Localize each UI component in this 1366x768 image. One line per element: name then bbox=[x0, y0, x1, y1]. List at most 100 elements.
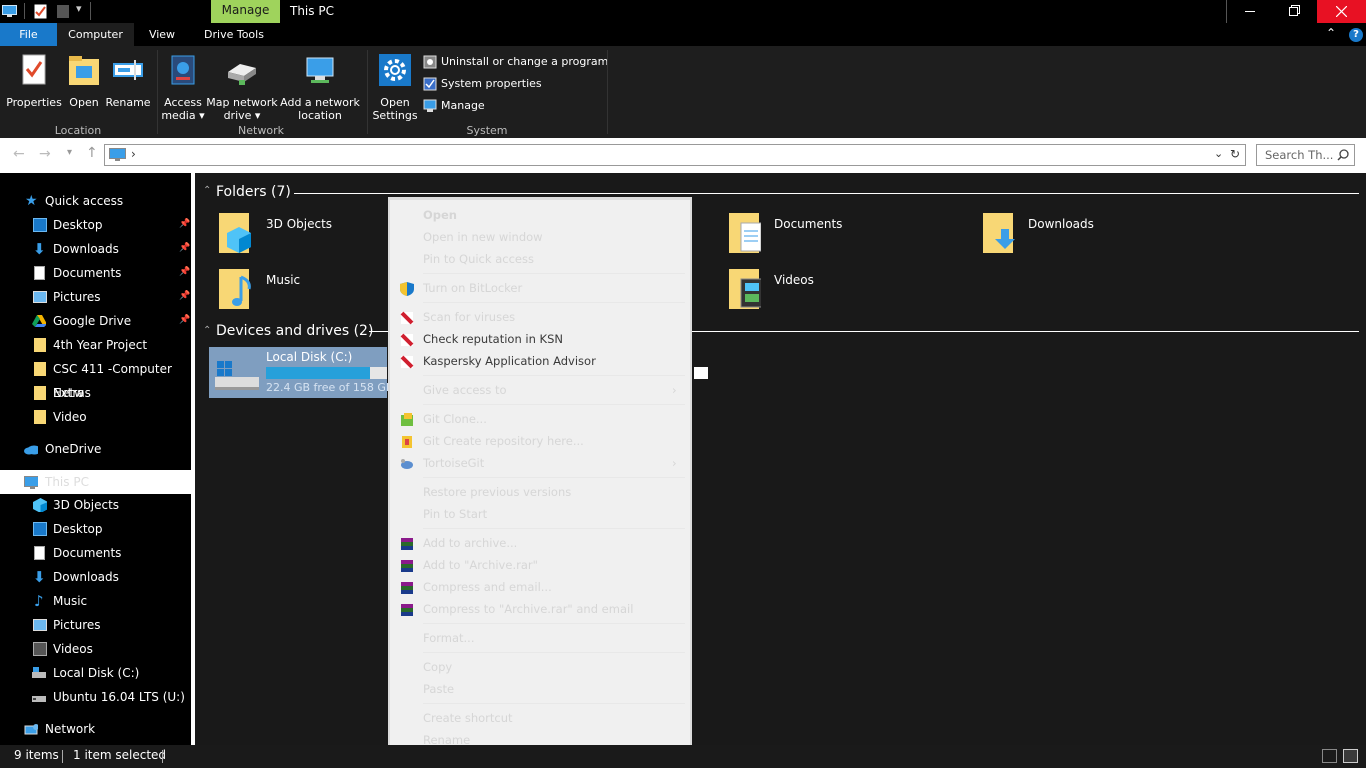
nav-item-pictures[interactable]: Pictures 📌 bbox=[0, 285, 191, 309]
new-folder-quick-icon[interactable] bbox=[57, 5, 69, 18]
context-menu-item-add-to-archive-rar[interactable]: Add to "Archive.rar" bbox=[390, 554, 690, 576]
folder-tile-documents[interactable]: Documents bbox=[727, 211, 927, 261]
computer-icon[interactable] bbox=[2, 5, 17, 18]
forward-arrow-icon[interactable]: → bbox=[39, 146, 51, 162]
back-arrow-icon[interactable]: ← bbox=[13, 146, 25, 162]
context-menu-item-open[interactable]: Open bbox=[390, 204, 690, 226]
context-menu-item-pin-to-start[interactable]: Pin to Start bbox=[390, 503, 690, 525]
nav-network[interactable]: Network bbox=[0, 717, 191, 741]
manage-button[interactable]: Manage bbox=[423, 98, 603, 116]
properties-button[interactable]: Properties bbox=[4, 54, 64, 118]
tab-view[interactable]: View bbox=[134, 23, 190, 46]
context-menu-item-paste[interactable]: Paste bbox=[390, 678, 690, 700]
context-menu-item-turn-on-bitlocker[interactable]: Turn on BitLocker bbox=[390, 277, 690, 299]
system-properties-icon bbox=[423, 77, 437, 91]
folders-group-header[interactable]: Folders (7) bbox=[216, 184, 291, 200]
nav-item-label: Ubuntu 16.04 LTS (U:) bbox=[53, 690, 185, 704]
nav-item-google-drive[interactable]: Google Drive 📌 bbox=[0, 309, 191, 333]
open-button[interactable]: Open bbox=[64, 54, 104, 118]
nav-onedrive[interactable]: OneDrive bbox=[0, 437, 191, 461]
nav-pc-3d-objects[interactable]: 3D Objects bbox=[0, 493, 191, 517]
nav-pc-local-disk[interactable]: Local Disk (C:) bbox=[0, 661, 191, 685]
collapse-group-icon[interactable]: ⌃ bbox=[203, 185, 211, 196]
details-view-icon[interactable] bbox=[1322, 749, 1337, 763]
tab-drive-tools[interactable]: Drive Tools bbox=[190, 23, 278, 46]
context-menu-item-pin-to-quick-access[interactable]: Pin to Quick access bbox=[390, 248, 690, 270]
nav-item-documents[interactable]: Documents 📌 bbox=[0, 261, 191, 285]
nav-item-downloads[interactable]: ⬇ Downloads 📌 bbox=[0, 237, 191, 261]
nav-pc-ubuntu[interactable]: Ubuntu 16.04 LTS (U:) bbox=[0, 685, 191, 709]
access-media-button[interactable]: Access media ▾ bbox=[161, 54, 205, 122]
music-note-icon: ♪ bbox=[34, 592, 44, 610]
context-menu-item-git-create-repository-here[interactable]: Git Create repository here... bbox=[390, 430, 690, 452]
nav-pc-music[interactable]: ♪ Music bbox=[0, 589, 191, 613]
nav-item-desktop[interactable]: Desktop 📌 bbox=[0, 213, 191, 237]
drive-usage-fill bbox=[266, 367, 371, 379]
properties-quick-icon[interactable] bbox=[34, 4, 47, 19]
kaspersky-icon bbox=[400, 332, 414, 347]
help-icon[interactable]: ? bbox=[1349, 28, 1363, 42]
recent-locations-icon[interactable]: ▾ bbox=[67, 147, 72, 158]
up-arrow-icon[interactable]: ↑ bbox=[86, 145, 98, 161]
tab-computer[interactable]: Computer bbox=[57, 23, 134, 46]
folder-tile-music[interactable]: Music bbox=[217, 267, 387, 317]
context-menu-item-create-shortcut[interactable]: Create shortcut bbox=[390, 707, 690, 729]
context-menu-item-restore-previous-versions[interactable]: Restore previous versions bbox=[390, 481, 690, 503]
open-settings-button[interactable]: Open Settings bbox=[372, 54, 418, 122]
nav-pc-pictures[interactable]: Pictures bbox=[0, 613, 191, 637]
nav-this-pc[interactable]: This PC bbox=[0, 470, 191, 494]
refresh-icon[interactable]: ↻ bbox=[1230, 147, 1240, 161]
nav-pc-downloads[interactable]: ⬇ Downloads bbox=[0, 565, 191, 589]
context-menu-item-kaspersky-application-advisor[interactable]: Kaspersky Application Advisor bbox=[390, 350, 690, 372]
context-menu-item-give-access-to[interactable]: Give access to › bbox=[390, 379, 690, 401]
context-menu-item-format[interactable]: Format... bbox=[390, 627, 690, 649]
nav-item-extras[interactable]: Extras bbox=[0, 381, 191, 405]
drive-tile-local-disk[interactable]: Local Disk (C:) 22.4 GB free of 158 GB bbox=[209, 347, 393, 398]
folder-tile-videos[interactable]: Videos bbox=[727, 267, 927, 317]
folder-tile-downloads[interactable]: Downloads bbox=[981, 211, 1181, 261]
restore-button[interactable] bbox=[1272, 0, 1317, 23]
collapse-group-icon[interactable]: ⌃ bbox=[203, 325, 211, 336]
submenu-arrow-icon: › bbox=[672, 383, 677, 397]
address-dropdown-icon[interactable]: ⌄ bbox=[1214, 147, 1223, 160]
context-menu-item-copy[interactable]: Copy bbox=[390, 656, 690, 678]
tab-file[interactable]: File bbox=[0, 23, 57, 46]
large-icons-view-icon[interactable] bbox=[1343, 749, 1358, 763]
system-properties-button[interactable]: System properties bbox=[423, 76, 603, 94]
pin-icon: 📌 bbox=[179, 243, 191, 253]
nav-item-video[interactable]: Video bbox=[0, 405, 191, 429]
uninstall-program-button[interactable]: Uninstall or change a program bbox=[423, 54, 608, 72]
context-menu-item-compress-to-archive-rar-and-email[interactable]: Compress to "Archive.rar" and email bbox=[390, 598, 690, 620]
open-settings-label-1: Open bbox=[380, 96, 410, 109]
nav-item-4th-year-project[interactable]: 4th Year Project bbox=[0, 333, 191, 357]
add-network-location-button[interactable]: Add a network location bbox=[279, 54, 361, 122]
nav-pc-documents[interactable]: Documents bbox=[0, 541, 191, 565]
nav-pc-desktop[interactable]: Desktop bbox=[0, 517, 191, 541]
manage-context-tab[interactable]: Manage bbox=[211, 0, 280, 23]
context-menu-item-open-in-new-window[interactable]: Open in new window bbox=[390, 226, 690, 248]
nav-quick-access[interactable]: ★ Quick access bbox=[0, 189, 191, 213]
context-menu-item-label: Create shortcut bbox=[423, 711, 513, 725]
qat-dropdown-icon[interactable]: ▾ bbox=[76, 2, 82, 15]
breadcrumb-separator[interactable]: › bbox=[131, 147, 136, 161]
context-menu-frame: Open Open in new window Pin to Quick acces… bbox=[388, 197, 692, 768]
nav-item-csc-411[interactable]: CSC 411 -Computer Netw bbox=[0, 357, 191, 400]
nav-pc-videos[interactable]: Videos bbox=[0, 637, 191, 661]
manage-icon bbox=[423, 99, 437, 112]
context-menu-item-label: Scan for viruses bbox=[423, 310, 516, 324]
context-menu-item-scan-for-viruses[interactable]: Scan for viruses bbox=[390, 306, 690, 328]
context-menu-item-tortoisegit[interactable]: TortoiseGit › bbox=[390, 452, 690, 474]
devices-group-header[interactable]: Devices and drives (2) bbox=[216, 323, 373, 339]
rename-button[interactable]: Rename bbox=[104, 54, 152, 118]
close-button[interactable] bbox=[1317, 0, 1366, 23]
map-network-drive-button[interactable]: Map network drive ▾ bbox=[205, 54, 279, 122]
folder-tile-3d-objects[interactable]: 3D Objects bbox=[217, 211, 387, 261]
context-menu-item-add-to-archive[interactable]: Add to archive... bbox=[390, 532, 690, 554]
address-bar[interactable]: › ⌄ ↻ bbox=[104, 144, 1246, 166]
context-menu-item-check-reputation-in-ksn[interactable]: Check reputation in KSN bbox=[390, 328, 690, 350]
minimize-button[interactable] bbox=[1227, 0, 1272, 23]
context-menu-item-compress-and-email[interactable]: Compress and email... bbox=[390, 576, 690, 598]
search-box[interactable]: Search Th... bbox=[1256, 144, 1355, 166]
collapse-ribbon-icon[interactable]: ⌃ bbox=[1326, 26, 1336, 40]
context-menu-item-git-clone[interactable]: Git Clone... bbox=[390, 408, 690, 430]
